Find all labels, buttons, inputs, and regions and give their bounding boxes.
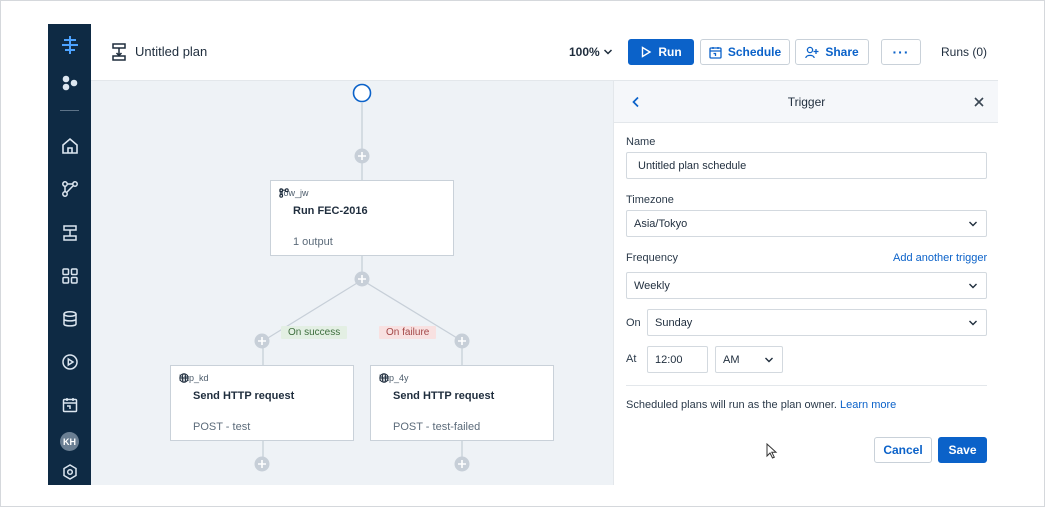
add-step-icon[interactable] bbox=[254, 456, 270, 472]
logo-icon[interactable] bbox=[57, 32, 82, 57]
calendar-icon bbox=[709, 46, 722, 59]
ampm-value: AM bbox=[723, 353, 740, 366]
share-label: Share bbox=[825, 45, 859, 59]
share-button[interactable]: Share bbox=[795, 39, 869, 65]
schedule-note: Scheduled plans will run as the plan own… bbox=[626, 399, 896, 411]
frequency-select[interactable]: Weekly bbox=[626, 272, 987, 299]
chevron-down-icon bbox=[969, 283, 977, 288]
node-title: Send HTTP request bbox=[193, 390, 295, 402]
timezone-label: Timezone bbox=[626, 194, 674, 206]
zoom-selector[interactable]: 100% bbox=[569, 45, 613, 59]
time-value: 12:00 bbox=[655, 353, 683, 366]
mouse-cursor-icon bbox=[766, 443, 778, 459]
plan-title[interactable]: Untitled plan bbox=[135, 44, 207, 59]
run-label: Run bbox=[658, 45, 682, 59]
plans-icon[interactable] bbox=[57, 220, 82, 245]
node-tag: http_kd bbox=[179, 373, 209, 383]
node-tag: http_4y bbox=[379, 373, 409, 383]
app-window: KH Untitled plan 100% Run Schedule Share… bbox=[48, 24, 998, 485]
name-field[interactable]: Untitled plan schedule bbox=[626, 152, 987, 179]
name-value: Untitled plan schedule bbox=[638, 159, 747, 172]
runs-icon[interactable] bbox=[57, 349, 82, 374]
time-input[interactable]: 12:00 bbox=[647, 346, 708, 373]
node-tag: flow_jw bbox=[279, 188, 309, 198]
on-failure-badge: On failure bbox=[379, 326, 437, 339]
add-trigger-link[interactable]: Add another trigger bbox=[893, 252, 987, 264]
trigger-start-node[interactable] bbox=[352, 83, 372, 103]
database-icon[interactable] bbox=[57, 306, 82, 331]
add-step-icon[interactable] bbox=[354, 271, 370, 287]
chevron-down-icon bbox=[969, 320, 977, 325]
apps-icon[interactable] bbox=[57, 70, 82, 95]
chevron-down-icon bbox=[603, 49, 612, 55]
chevron-down-icon bbox=[765, 357, 773, 362]
sidebar-divider bbox=[60, 110, 79, 111]
top-bar: Untitled plan 100% Run Schedule Share ··… bbox=[91, 24, 998, 81]
at-label: At bbox=[626, 353, 637, 365]
day-value: Sunday bbox=[655, 316, 693, 329]
screenshot-frame: KH Untitled plan 100% Run Schedule Share… bbox=[0, 0, 1045, 507]
settings-icon[interactable] bbox=[57, 459, 82, 484]
runs-count[interactable]: Runs (0) bbox=[941, 45, 987, 59]
name-label: Name bbox=[626, 136, 656, 148]
calendar-icon[interactable] bbox=[57, 392, 82, 417]
more-button[interactable]: ··· bbox=[881, 39, 921, 65]
ampm-select[interactable]: AM bbox=[715, 346, 783, 373]
add-step-icon[interactable] bbox=[454, 456, 470, 472]
node-subtitle: POST - test bbox=[193, 421, 251, 433]
flow-node[interactable]: flow_jw Run FEC-2016 1 output bbox=[270, 180, 454, 256]
flow-canvas[interactable]: flow_jw Run FEC-2016 1 output On success… bbox=[91, 81, 613, 485]
add-user-icon bbox=[805, 46, 819, 58]
flow-icon bbox=[279, 188, 289, 198]
divider bbox=[626, 385, 987, 386]
learn-more-link[interactable]: Learn more bbox=[840, 399, 896, 411]
close-icon[interactable] bbox=[971, 94, 987, 110]
node-title: Run FEC-2016 bbox=[293, 205, 368, 217]
chevron-down-icon bbox=[969, 221, 977, 226]
node-subtitle: POST - test-failed bbox=[393, 421, 481, 433]
add-step-icon[interactable] bbox=[354, 148, 370, 164]
node-subtitle: 1 output bbox=[293, 236, 333, 248]
schedule-button[interactable]: Schedule bbox=[700, 39, 790, 65]
http-node-failure[interactable]: http_4y Send HTTP request POST - test-fa… bbox=[370, 365, 554, 441]
zoom-value: 100% bbox=[569, 45, 600, 59]
sidebar: KH bbox=[48, 24, 91, 485]
globe-icon bbox=[379, 373, 389, 383]
panel-header: Trigger bbox=[614, 81, 998, 123]
on-label: On bbox=[626, 317, 641, 329]
schedule-label: Schedule bbox=[727, 45, 782, 59]
home-icon[interactable] bbox=[57, 133, 82, 158]
day-select[interactable]: Sunday bbox=[647, 309, 987, 336]
cancel-button[interactable]: Cancel bbox=[874, 437, 932, 463]
save-button[interactable]: Save bbox=[938, 437, 987, 463]
timezone-value: Asia/Tokyo bbox=[634, 217, 688, 230]
frequency-label: Frequency bbox=[626, 252, 678, 264]
node-title: Send HTTP request bbox=[393, 390, 495, 402]
frequency-value: Weekly bbox=[634, 279, 670, 292]
add-step-icon[interactable] bbox=[254, 333, 270, 349]
plan-icon bbox=[112, 43, 126, 61]
more-icon: ··· bbox=[892, 44, 910, 60]
panel-title: Trigger bbox=[787, 95, 826, 109]
run-button[interactable]: Run bbox=[628, 39, 694, 65]
timezone-select[interactable]: Asia/Tokyo bbox=[626, 210, 987, 237]
globe-icon bbox=[179, 373, 189, 383]
on-success-badge: On success bbox=[281, 326, 348, 339]
grid-icon[interactable] bbox=[57, 263, 82, 288]
http-node-success[interactable]: http_kd Send HTTP request POST - test bbox=[170, 365, 354, 441]
flows-icon[interactable] bbox=[57, 176, 82, 201]
trigger-panel: Trigger Name Untitled plan schedule Time… bbox=[613, 81, 998, 485]
play-icon bbox=[642, 46, 652, 58]
avatar[interactable]: KH bbox=[60, 432, 79, 451]
add-step-icon[interactable] bbox=[454, 333, 470, 349]
note-text: Scheduled plans will run as the plan own… bbox=[626, 399, 837, 411]
